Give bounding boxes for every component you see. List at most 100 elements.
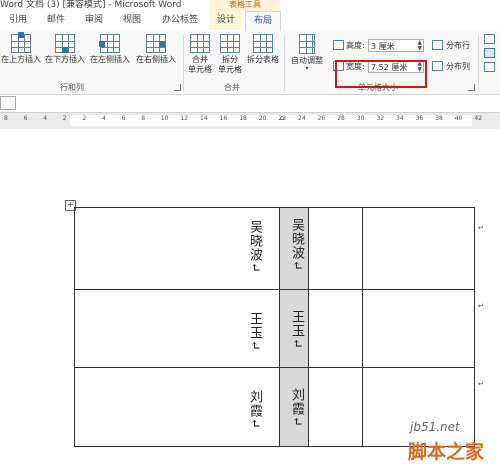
ruler-tick-label: 26 <box>317 115 326 122</box>
insert-above-label: 在上方插入 <box>1 55 41 64</box>
tab-layout[interactable]: 布局 <box>245 11 281 32</box>
insert-above-icon <box>11 32 31 53</box>
autofit-label: 自动调整 <box>291 56 323 65</box>
insert-left-label: 在左侧插入 <box>90 55 130 64</box>
document-table[interactable]: 吴晓波↵ 吴晓波↵ 王玉↵ 王玉↵ 刘霞↵ 刘霞↵ <box>74 207 475 447</box>
tab-references[interactable]: 引用 <box>2 11 34 30</box>
cell-text-right: 王玉↵ <box>289 310 304 350</box>
tab-review[interactable]: 审阅 <box>78 11 110 30</box>
ruler-tick-label: 4 <box>43 115 48 122</box>
tab-office-tab[interactable]: 办公标签 <box>152 11 208 30</box>
table-row[interactable]: 吴晓波↵ 吴晓波↵ <box>75 208 474 290</box>
ruler-tick-label: 8 <box>141 115 146 122</box>
cell-text-right: 刘霞↵ <box>289 388 304 428</box>
insert-below-label: 在下方插入 <box>45 55 85 64</box>
chevron-down-icon: ▾ <box>305 65 309 72</box>
alignment-icon[interactable] <box>484 62 495 72</box>
cell-text-left: 王玉↵ <box>247 312 262 352</box>
ruler-tick-label: 6 <box>121 115 126 122</box>
window-title: Word 文档 (3) [兼容模式] - Microsoft Word <box>0 0 182 10</box>
rows-cols-group-label: 行和列 <box>60 83 84 92</box>
merge-cells-label-2: 单元格 <box>188 65 212 74</box>
split-table-label: 拆分表格 <box>247 55 279 64</box>
ruler-tick-label: 20 <box>258 115 267 122</box>
ruler-tick-label: 16 <box>219 115 228 122</box>
horizontal-ruler[interactable]: 8 6 4 2 2 4 6 8 10 12 14 16 18 20 22 24 26 28 30 32 34 36 38 40… <box>0 112 500 130</box>
tab-view[interactable]: 视图 <box>116 11 148 30</box>
height-value: 3 厘米 <box>371 42 395 51</box>
insert-below-icon <box>55 34 75 53</box>
insert-right-button[interactable]: 在右侧插入 <box>134 34 178 65</box>
insert-right-label: 在右侧插入 <box>136 55 176 64</box>
title-bar: Word 文档 (3) [兼容模式] - Microsoft Word 表格工具 <box>0 0 500 11</box>
row-end-mark: ↵ <box>478 380 484 388</box>
insert-left-icon <box>99 34 120 53</box>
table-row[interactable]: 王玉↵ 王玉↵ <box>75 290 474 368</box>
table-row[interactable]: 刘霞↵ 刘霞↵ <box>75 368 474 446</box>
table-tools-context-label: 表格工具 <box>210 0 280 11</box>
cell-size-launcher-icon[interactable] <box>468 84 475 91</box>
group-separator <box>284 35 285 91</box>
insert-above-button[interactable]: 在上方插入 <box>0 32 42 65</box>
distribute-cols-button[interactable]: 分布列 <box>446 61 470 72</box>
height-label: 高度: <box>346 41 365 50</box>
distribute-rows-button[interactable]: 分布行 <box>446 40 470 51</box>
row-end-mark: ↵ <box>478 224 484 232</box>
split-cells-label-1: 拆分 <box>222 55 238 64</box>
ruler-tick-label: 40 <box>454 115 463 122</box>
ruler-tick-label: 28 <box>337 115 345 122</box>
cell-text-right: 吴晓波↵ <box>289 218 304 272</box>
ruler-tick-label: 34 <box>396 115 404 122</box>
split-table-icon <box>253 34 273 53</box>
height-field[interactable]: 3 厘米 ▲ ▼ <box>368 39 424 52</box>
navigation-pane-toggle[interactable] <box>0 96 16 110</box>
merge-group-label: 合并 <box>224 83 240 92</box>
ruler-tick-label: 4 <box>102 115 106 122</box>
ruler-tick-label: 14 <box>200 115 208 122</box>
ruler-tick-label: 8 <box>4 115 8 122</box>
split-table-button[interactable]: 拆分表格 <box>245 34 281 65</box>
height-icon <box>333 40 344 50</box>
split-cells-label-2: 单元格 <box>218 65 242 74</box>
row-end-mark: ↵ <box>478 302 484 310</box>
tab-mailings[interactable]: 邮件 <box>40 11 72 30</box>
group-separator <box>183 35 184 91</box>
autofit-icon <box>299 34 315 54</box>
alignment-icon-selected[interactable] <box>484 48 495 58</box>
ruler-tick-label: 30 <box>356 115 365 122</box>
ruler-tick-label: 32 <box>376 115 385 122</box>
ruler-tick-label: 2 <box>62 115 67 122</box>
ruler-tick-label: 18 <box>239 115 247 122</box>
ruler-tick-label: 2 <box>82 115 87 122</box>
ruler-tick-label: 12 <box>180 115 189 122</box>
ribbon-tabs: 引用 邮件 审阅 视图 办公标签 设计 布局 <box>0 11 500 32</box>
insert-left-button[interactable]: 在左侧插入 <box>88 34 132 65</box>
ruler-tick-label: 24 <box>298 115 306 122</box>
distribute-rows-icon <box>432 40 443 50</box>
merge-cells-icon <box>190 34 210 53</box>
indent-marker-icon[interactable]: ⌂ <box>280 114 284 122</box>
distribute-cols-icon <box>432 61 443 71</box>
tab-design[interactable]: 设计 <box>210 11 242 30</box>
ruler-text-area <box>70 115 472 126</box>
ruler-tick-label: 38 <box>435 115 443 122</box>
watermark-logo: 脚本之家 <box>408 441 485 463</box>
ruler-tick-label: 10 <box>160 115 169 122</box>
highlight-box <box>335 60 427 88</box>
watermark-url: jb51.net <box>410 420 460 434</box>
ruler-tick-label: 6 <box>23 115 28 122</box>
cell-text-left: 刘霞↵ <box>247 390 262 430</box>
nav-bar <box>0 95 500 110</box>
group-separator <box>478 35 479 91</box>
split-cells-icon <box>220 34 240 53</box>
ruler-tick-label: 36 <box>415 115 424 122</box>
merge-cells-label-1: 合并 <box>192 55 208 64</box>
autofit-button[interactable]: 自动调整 ▾ <box>288 34 326 72</box>
alignment-icon[interactable] <box>484 34 495 44</box>
split-cells-button[interactable]: 拆分 单元格 <box>216 34 244 75</box>
rows-cols-launcher-icon[interactable] <box>174 84 181 91</box>
height-spinner-icon[interactable]: ▲ ▼ <box>417 40 422 52</box>
insert-below-button[interactable]: 在下方插入 <box>43 34 87 65</box>
merge-cells-button[interactable]: 合并 单元格 <box>186 34 214 75</box>
ruler-tick-label: 42 <box>474 115 483 122</box>
